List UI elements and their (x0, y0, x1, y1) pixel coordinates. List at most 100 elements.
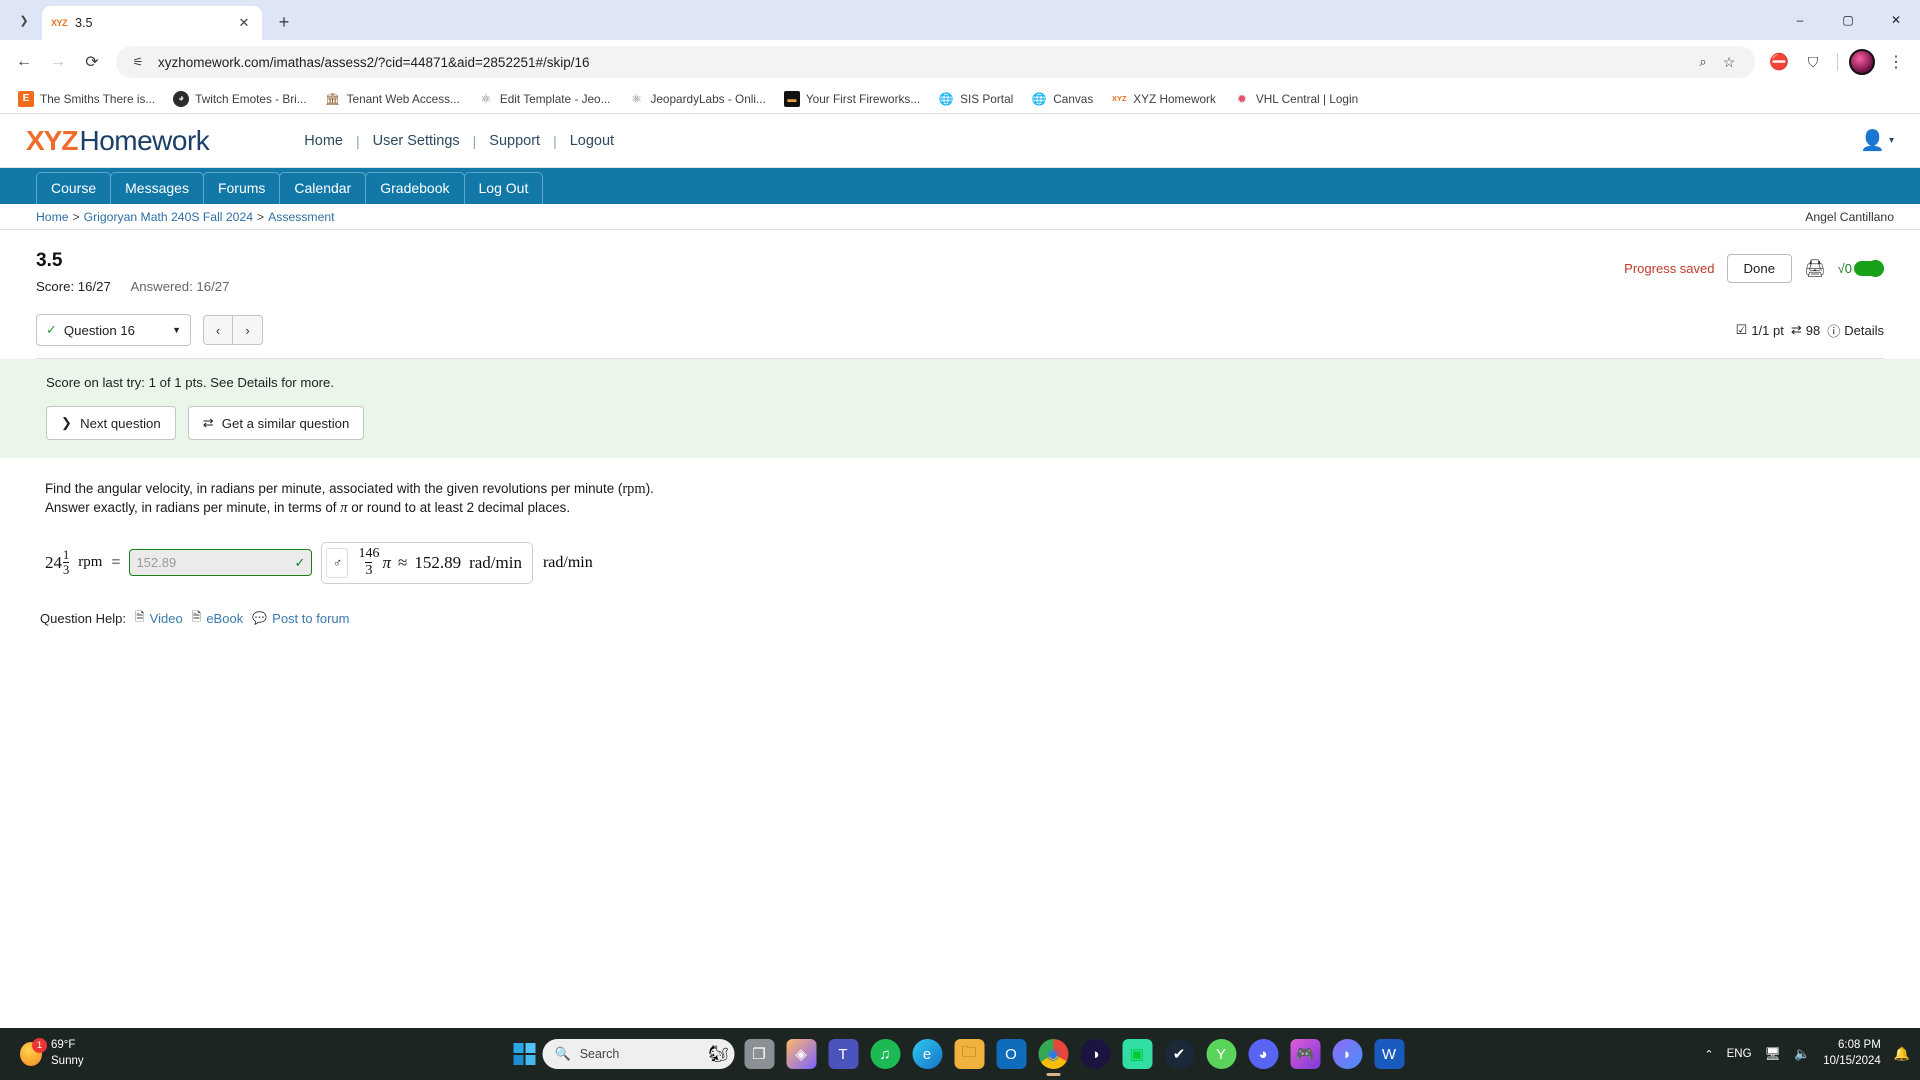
preview-denominator: 3 (365, 562, 373, 579)
browser-toolbar: ← → ⟳ ⚟ xyzhomework.com/imathas/assess2/… (0, 40, 1920, 84)
next-question-action-button[interactable]: ❯ Next question (46, 406, 176, 440)
nav-tab-calendar[interactable]: Calendar (279, 172, 367, 204)
answer-input[interactable]: 152.89 ✓ (129, 549, 313, 577)
score-label: Score: 16/27 (36, 279, 111, 294)
header-link-logout[interactable]: Logout (570, 133, 614, 149)
bookmark-item[interactable]: 🏛 Tenant Web Access... (317, 88, 468, 110)
close-icon[interactable]: ✕ (235, 15, 253, 31)
bookmark-label: Edit Template - Jeo... (499, 91, 611, 106)
site-header: XYZ Homework Home | User Settings | Supp… (0, 114, 1920, 168)
site-settings-icon[interactable]: ⚟ (128, 52, 148, 72)
bookmark-item[interactable]: 🌐 SIS Portal (930, 88, 1021, 110)
tab-search-icon[interactable]: ❯ (10, 6, 38, 34)
xbox-app-icon[interactable]: 🎮 (1290, 1039, 1320, 1069)
nav-tab-messages[interactable]: Messages (110, 172, 204, 204)
reload-icon[interactable]: ⟳ (76, 46, 108, 78)
language-indicator[interactable]: ENG (1727, 1048, 1752, 1060)
details-button[interactable]: ⓘ Details (1827, 321, 1884, 340)
prev-question-button[interactable]: ‹ (203, 315, 233, 345)
maximize-button[interactable]: ▢ (1824, 0, 1872, 40)
breadcrumb-item-assessment[interactable]: Assessment (268, 210, 334, 224)
minimize-button[interactable]: – (1776, 0, 1824, 40)
browser-menu-icon[interactable]: ⋮ (1880, 46, 1912, 78)
nav-tab-course[interactable]: Course (36, 172, 112, 204)
network-icon[interactable]: 🖥 (1765, 1046, 1782, 1062)
bookmark-item[interactable]: XYZ XYZ Homework (1103, 88, 1224, 110)
user-menu[interactable]: 👤 ▾ (1860, 128, 1894, 153)
window-close-button[interactable]: ✕ (1872, 0, 1920, 40)
attempts-group: ⇄ 98 (1791, 322, 1820, 338)
yuzu-icon[interactable]: Y (1206, 1039, 1236, 1069)
audio-app-icon[interactable]: ◑ (1080, 1039, 1110, 1069)
bookmark-favicon-icon: 🏛 (324, 91, 341, 106)
question-select[interactable]: ✓ Question 16 ▼ (36, 314, 191, 346)
forward-icon[interactable]: → (42, 46, 74, 78)
nav-tab-log-out[interactable]: Log Out (463, 172, 544, 204)
question-help-video[interactable]: 🗎 Video (135, 608, 183, 629)
bookmark-label: Your First Fireworks... (805, 91, 921, 106)
bookmark-item[interactable]: ▬ Your First Fireworks... (776, 88, 928, 110)
powertoys-icon[interactable]: ◗ (1332, 1039, 1362, 1069)
breadcrumb-item-course[interactable]: Grigoryan Math 240S Fall 2024 (84, 210, 253, 224)
bookmark-item[interactable]: ◕ Twitch Emotes - Bri... (165, 88, 314, 110)
profile-avatar[interactable] (1846, 46, 1878, 78)
copilot-icon[interactable]: ◈ (786, 1039, 816, 1069)
steam-icon[interactable]: ✔ (1164, 1039, 1194, 1069)
teams-icon[interactable]: T (828, 1039, 858, 1069)
back-icon[interactable]: ← (8, 46, 40, 78)
task-view-icon[interactable]: ❐ (744, 1039, 774, 1069)
bookmark-item[interactable]: ✹ VHL Central | Login (1226, 88, 1366, 110)
edge-icon[interactable]: e (912, 1039, 942, 1069)
file-explorer-icon[interactable]: 🗀 (954, 1039, 984, 1069)
bookmark-item[interactable]: E The Smiths There is... (10, 88, 163, 110)
zoom-out-icon[interactable]: ⌕ (1691, 50, 1715, 74)
search-input[interactable]: 🔍 Search 🐿 (542, 1039, 735, 1069)
bookmark-item[interactable]: 🌐 Canvas (1023, 88, 1101, 110)
bookmark-item[interactable]: ⚛ JeopardyLabs - Onli... (620, 88, 773, 110)
info-icon: ⓘ (1827, 323, 1841, 339)
done-button[interactable]: Done (1726, 254, 1793, 283)
nav-tab-forums[interactable]: Forums (202, 172, 281, 204)
word-icon[interactable]: W (1374, 1039, 1404, 1069)
question-body: Find the angular velocity, in radians pe… (0, 458, 1920, 629)
notification-badge: 1 (32, 1038, 47, 1053)
streamlabs-icon[interactable]: ▣ (1122, 1039, 1152, 1069)
browser-tab[interactable]: XYZ 3.5 ✕ (42, 6, 262, 40)
site-logo[interactable]: XYZ Homework (26, 125, 210, 157)
volume-icon[interactable]: 🔈 (1794, 1046, 1810, 1062)
print-icon[interactable]: 🖨 (1804, 259, 1826, 279)
star-icon[interactable]: ☆ (1717, 50, 1741, 74)
windows-start-icon[interactable] (513, 1043, 536, 1065)
chevron-up-icon[interactable]: ⌃ (1704, 1048, 1713, 1061)
header-link-support[interactable]: Support (489, 133, 540, 149)
weather-widget[interactable]: 1 69°F Sunny (0, 1038, 84, 1069)
chrome-icon[interactable]: ◉ (1038, 1039, 1068, 1076)
result-message: Score on last try: 1 of 1 pts. See Detai… (46, 375, 335, 390)
header-link-home[interactable]: Home (304, 133, 343, 149)
new-tab-button[interactable]: + (270, 8, 298, 36)
question-help-post-to-forum[interactable]: 💬 Post to forum (252, 611, 349, 626)
discord-icon[interactable]: ◕ (1248, 1039, 1278, 1069)
breadcrumb-item-home[interactable]: Home (36, 210, 69, 224)
extensions-icon[interactable]: ⛉ (1797, 46, 1829, 78)
question-help: Question Help: 🗎 Video 🗎 eBook 💬 Post to… (40, 608, 1884, 629)
header-link-user-settings[interactable]: User Settings (373, 133, 460, 149)
question-help-ebook[interactable]: 🗎 eBook (192, 608, 244, 629)
next-question-button[interactable]: › (233, 315, 263, 345)
nav-tab-gradebook[interactable]: Gradebook (365, 172, 465, 204)
outlook-icon[interactable]: O (996, 1039, 1026, 1069)
check-icon: ✓ (46, 322, 57, 337)
toolbar-divider (1837, 53, 1838, 71)
bookmark-item[interactable]: ⚛ Edit Template - Jeo... (470, 88, 619, 110)
address-bar[interactable]: ⚟ xyzhomework.com/imathas/assess2/?cid=4… (116, 46, 1755, 78)
math-display-toggle[interactable]: √0 (1838, 260, 1884, 277)
get-similar-question-button[interactable]: ⇄ Get a similar question (187, 406, 365, 440)
toggle-switch[interactable] (1854, 260, 1884, 277)
spotify-icon[interactable]: ♫ (870, 1039, 900, 1069)
clock[interactable]: 6:08 PM 10/15/2024 (1823, 1038, 1881, 1069)
search-icon: 🔍 (554, 1046, 571, 1061)
bell-icon[interactable]: 🔔 (1894, 1046, 1910, 1062)
adblock-icon[interactable]: ⛔ (1763, 46, 1795, 78)
bookmark-favicon-icon: XYZ (1111, 94, 1127, 103)
mars-symbol-icon[interactable]: ♂ (326, 547, 349, 578)
